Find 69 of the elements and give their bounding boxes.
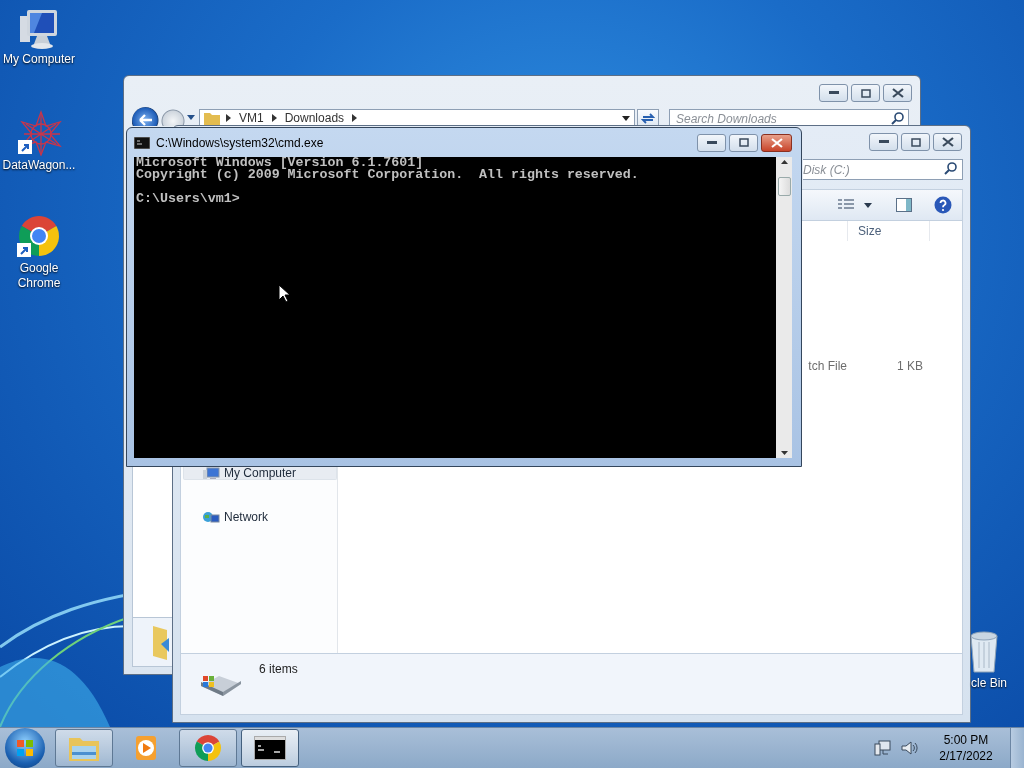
breadcrumb[interactable]: VM1 (237, 111, 266, 125)
close-icon (891, 88, 904, 98)
scrollbar[interactable] (776, 157, 792, 458)
nav-item[interactable]: Network (183, 510, 337, 524)
desktop-icon-label[interactable]: cle Bin (971, 676, 1008, 691)
help-button[interactable] (934, 196, 952, 214)
speaker-icon[interactable] (900, 739, 918, 757)
arrow-left-icon (138, 114, 153, 126)
table-cell: tch File (808, 359, 847, 373)
dropdown-button[interactable] (864, 202, 872, 208)
up-arrow-icon (780, 160, 788, 164)
pane-icon (896, 198, 912, 212)
close-button[interactable] (933, 133, 962, 151)
terminal-icon (254, 736, 286, 760)
clock-button[interactable]: 5:00 PM 2/17/2022 (930, 733, 1002, 763)
caret-icon (187, 115, 195, 120)
network-icon[interactable] (874, 739, 892, 757)
caret-icon (864, 202, 872, 208)
console-text: Microsoft Windows [Version 6.1.7601] Copyright (c) 2009 Microsoft Corporation. All rights reserved. C:\Users\vm1> (134, 157, 776, 458)
maximize-button[interactable] (901, 133, 930, 151)
minimize-button[interactable] (697, 133, 726, 152)
chevron-icon (271, 114, 277, 122)
mesh-star-icon (16, 110, 62, 156)
maximize-button[interactable] (729, 133, 758, 152)
back-button[interactable] (132, 107, 159, 126)
search-icon (891, 112, 904, 125)
scroll-thumb[interactable] (778, 177, 791, 196)
windows-logo-icon (16, 739, 34, 757)
chrome-icon (193, 733, 223, 763)
help-icon (934, 196, 952, 214)
down-arrow-icon (780, 451, 788, 455)
view-button[interactable] (838, 199, 854, 211)
breadcrumb[interactable]: Downloads (282, 111, 347, 125)
chevron-icon (226, 114, 231, 122)
minimize-icon (706, 140, 717, 145)
maximize-icon (738, 138, 749, 147)
chrome-icon (16, 213, 62, 259)
close-icon (941, 137, 954, 147)
network-icon (202, 510, 220, 523)
minimize-button[interactable] (869, 133, 898, 151)
close-icon (770, 137, 783, 148)
cursor-icon (278, 284, 290, 303)
refresh-icon (641, 112, 655, 124)
chevron-icon (352, 114, 358, 122)
search-field[interactable]: Disk (C:) (803, 159, 963, 180)
desktop-icon-label[interactable]: My Computer (3, 52, 75, 67)
terminal-icon (134, 136, 150, 149)
maximize-icon (860, 88, 871, 98)
column-header[interactable]: Size (847, 221, 929, 241)
status-text: 6 items (259, 662, 298, 676)
computer-icon (202, 466, 220, 479)
minimize-icon (828, 91, 839, 95)
taskbar-button[interactable] (241, 729, 299, 767)
list-view-icon (838, 199, 854, 211)
table-cell-text: 1 KB (897, 359, 924, 373)
close-button[interactable] (761, 133, 792, 152)
start-button[interactable] (5, 728, 45, 768)
dropdown-icon (622, 115, 630, 121)
window-title: C:\Windows\system32\cmd.exe (156, 135, 325, 150)
minimize-button[interactable] (819, 84, 848, 102)
minimize-icon (878, 140, 889, 144)
maximize-icon (910, 137, 921, 147)
search-icon (944, 162, 957, 175)
recycle-bin-icon (968, 630, 1000, 674)
desktop-icon-label[interactable]: DataWagon... (2, 158, 76, 173)
desktop-icon-label[interactable]: Google Chrome (0, 261, 78, 291)
maximize-button[interactable] (851, 84, 880, 102)
preview-pane-button[interactable] (896, 198, 912, 212)
close-button[interactable] (883, 84, 912, 102)
